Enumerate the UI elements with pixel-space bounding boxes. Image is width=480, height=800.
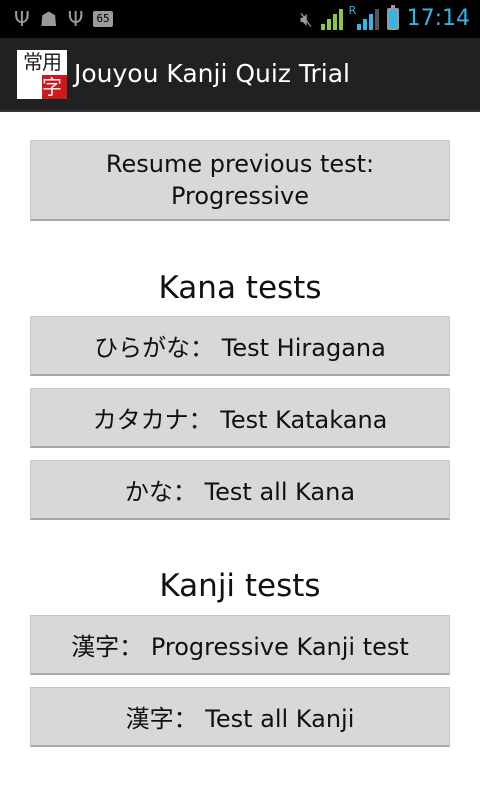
test-katakana-button[interactable]: カタカナ： Test Katakana: [30, 388, 450, 448]
test-hiragana-button[interactable]: ひらがな： Test Hiragana: [30, 316, 450, 376]
usb-icon: Ψ: [67, 7, 84, 31]
usb-icon: Ψ: [14, 7, 30, 31]
status-bar: Ψ ☗ Ψ 65 🔇︎ R 17:14: [0, 0, 480, 38]
notification-count-badge: 65: [93, 11, 113, 27]
notification-icons: Ψ ☗ Ψ 65: [14, 7, 113, 31]
battery-icon: [386, 5, 399, 30]
resume-label-line2: Progressive: [170, 182, 310, 210]
app-logo[interactable]: 常用 漢字: [17, 50, 67, 99]
app-title: Jouyou Kanji Quiz Trial: [74, 59, 350, 88]
cell-signal-icon: R: [349, 4, 379, 30]
wifi-signal-icon: [320, 8, 343, 30]
mute-icon: 🔇︎: [299, 7, 313, 31]
kanji-section-title: Kanji tests: [159, 568, 321, 604]
resume-test-button[interactable]: Resume previous test: Progressive: [30, 140, 450, 221]
kana-section-title: Kana tests: [158, 270, 322, 306]
android-debug-icon: ☗: [39, 7, 58, 31]
resume-label-line1: Resume previous test:: [105, 150, 375, 178]
test-all-kanji-button[interactable]: 漢字： Test all Kanji: [30, 687, 450, 747]
action-bar: 常用 漢字 Jouyou Kanji Quiz Trial: [0, 38, 480, 112]
logo-top-text: 常用: [17, 50, 67, 75]
clock: 17:14: [406, 6, 470, 31]
roaming-indicator: R: [348, 4, 357, 17]
test-all-kana-button[interactable]: かな： Test all Kana: [30, 460, 450, 520]
system-icons: 🔇︎ R 17:14: [300, 4, 470, 34]
logo-bottom-text: 漢字: [17, 75, 67, 99]
progressive-kanji-test-button[interactable]: 漢字： Progressive Kanji test: [30, 615, 450, 675]
